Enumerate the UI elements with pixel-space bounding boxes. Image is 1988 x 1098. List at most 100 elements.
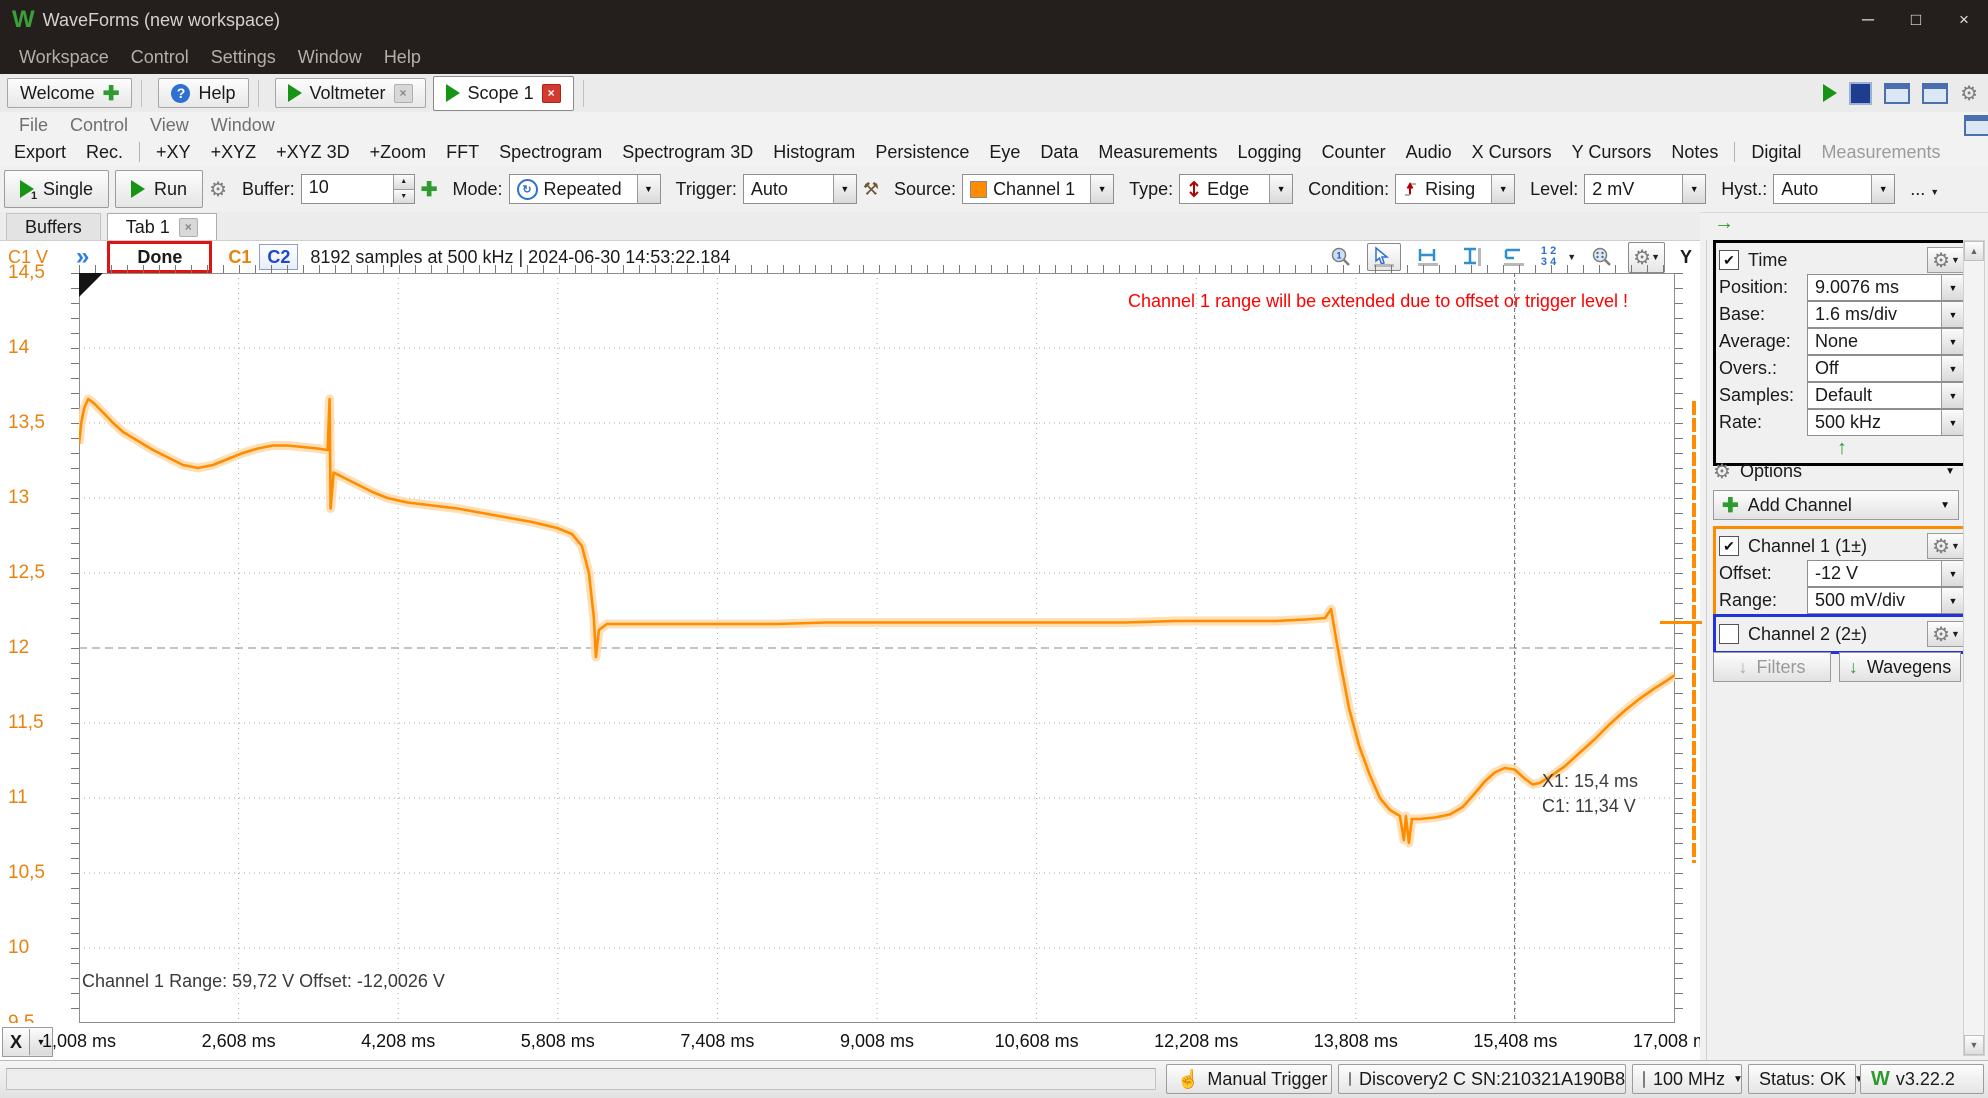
time-dropdown-samples[interactable]: Default▼ xyxy=(1807,382,1965,409)
minimize-button[interactable]: ─ xyxy=(1844,0,1892,40)
manual-trigger-hammer-icon[interactable]: ⚒ xyxy=(863,179,879,200)
scope-menu-window[interactable]: Window xyxy=(200,115,286,136)
stop-all-icon[interactable] xyxy=(1849,82,1872,105)
view-tab-histogram[interactable]: Histogram xyxy=(763,142,865,163)
y-axis-button[interactable]: Y xyxy=(1680,247,1692,268)
view-tab-logging[interactable]: Logging xyxy=(1227,142,1311,163)
view-tab-measurements[interactable]: Measurements xyxy=(1088,142,1227,163)
clock-frequency-button[interactable]: 100 MHz ▼ xyxy=(1632,1064,1742,1094)
channel1-gear-button[interactable]: ⚙▼ xyxy=(1927,533,1965,559)
view-tab--xy[interactable]: +XY xyxy=(146,142,201,163)
buffer-gear-icon[interactable]: ⚙ xyxy=(209,177,227,202)
mode-dropdown[interactable]: ↻Repeated ▼ xyxy=(509,174,661,204)
scroll-up-icon[interactable]: ▲ xyxy=(1964,241,1984,261)
add-buffer-icon[interactable]: ✚ xyxy=(421,177,438,202)
channel1-dropdown-range[interactable]: 500 mV/div▼ xyxy=(1807,587,1965,614)
tab-welcome[interactable]: Welcome ✚ xyxy=(7,78,132,108)
device-button[interactable]: Discovery2 C SN:210321A190B8 xyxy=(1338,1064,1626,1094)
close-button[interactable]: × xyxy=(1940,0,1988,40)
channel2-checkbox[interactable] xyxy=(1719,624,1739,644)
channel1-checkbox[interactable]: ✔ xyxy=(1719,536,1739,556)
version-button[interactable]: W v3.22.2 xyxy=(1860,1064,1984,1094)
time-checkbox[interactable]: ✔ xyxy=(1719,250,1739,270)
run-all-icon[interactable] xyxy=(1823,84,1837,102)
type-dropdown[interactable]: Edge ▼ xyxy=(1179,174,1293,204)
add-workspace-icon[interactable]: ✚ xyxy=(103,81,120,106)
maximize-button[interactable]: □ xyxy=(1892,0,1940,40)
menu-help[interactable]: Help xyxy=(373,47,432,68)
manual-trigger-button[interactable]: ☝ Manual Trigger xyxy=(1166,1064,1332,1094)
options-row[interactable]: ⚙ Options ▼ xyxy=(1713,458,1959,484)
time-gear-button[interactable]: ⚙▼ xyxy=(1927,247,1965,273)
scroll-down-icon[interactable]: ▼ xyxy=(1964,1035,1984,1055)
buffer-value[interactable]: 10 xyxy=(302,175,393,203)
settings-gear-icon[interactable]: ⚙ xyxy=(1960,81,1978,106)
wavegens-button[interactable]: ↓ Wavegens xyxy=(1839,652,1961,682)
view-tab-y-cursors[interactable]: Y Cursors xyxy=(1562,142,1662,163)
panel-scrollbar[interactable]: ▲ ▼ xyxy=(1963,240,1985,1056)
scope-menu-control[interactable]: Control xyxy=(59,115,139,136)
tile-windows-icon[interactable] xyxy=(1884,83,1910,104)
cursor-dropdown-icon[interactable]: ▼ xyxy=(1567,252,1576,262)
view-tab-x-cursors[interactable]: X Cursors xyxy=(1462,142,1562,163)
close-voltmeter-icon[interactable]: × xyxy=(394,84,413,103)
status-scroll-groove[interactable] xyxy=(6,1068,1156,1090)
menu-window[interactable]: Window xyxy=(287,47,373,68)
status-ok-button[interactable]: Status: OK ▼ xyxy=(1748,1064,1856,1094)
spin-up-icon[interactable]: ▲ xyxy=(394,175,414,189)
view-tab-fft[interactable]: FFT xyxy=(436,142,489,163)
time-up-arrow-icon[interactable]: ↑ xyxy=(1719,436,1965,460)
condition-dropdown[interactable]: Rising ▼ xyxy=(1395,174,1515,204)
tab-scope1[interactable]: Scope 1 × xyxy=(433,76,574,111)
view-tab--xyz[interactable]: +XYZ xyxy=(201,142,267,163)
left-ruler[interactable] xyxy=(71,273,79,1023)
view-tab-spectrogram[interactable]: Spectrogram xyxy=(489,142,612,163)
tab-voltmeter[interactable]: Voltmeter × xyxy=(275,78,426,108)
more-options-button[interactable]: ... ▼ xyxy=(1910,179,1939,200)
view-tab--xyz-3d[interactable]: +XYZ 3D xyxy=(266,142,360,163)
panel-collapse-arrow-icon[interactable]: → xyxy=(1714,212,1734,235)
hysteresis-dropdown[interactable]: Auto ▼ xyxy=(1773,174,1895,204)
scope-menu-file[interactable]: File xyxy=(8,115,59,136)
right-ruler[interactable] xyxy=(1675,273,1683,1023)
run-button[interactable]: Run xyxy=(115,170,203,208)
view-tab-eye[interactable]: Eye xyxy=(979,142,1030,163)
menu-settings[interactable]: Settings xyxy=(200,47,287,68)
view-tab-measurements[interactable]: Measurements xyxy=(1811,142,1950,163)
view-tab-notes[interactable]: Notes xyxy=(1661,142,1728,163)
undock-window-icon[interactable] xyxy=(1964,115,1988,136)
view-tab-counter[interactable]: Counter xyxy=(1312,142,1396,163)
source-dropdown[interactable]: Channel 1 ▼ xyxy=(962,174,1114,204)
time-dropdown-base[interactable]: 1.6 ms/div▼ xyxy=(1807,301,1965,328)
view-tab-spectrogram-3d[interactable]: Spectrogram 3D xyxy=(612,142,763,163)
channel1-dropdown-offset[interactable]: -12 V▼ xyxy=(1807,560,1965,587)
view-tab-export[interactable]: Export xyxy=(4,142,76,163)
menu-control[interactable]: Control xyxy=(120,47,200,68)
time-dropdown-overs[interactable]: Off▼ xyxy=(1807,355,1965,382)
trigger-dropdown[interactable]: Auto ▼ xyxy=(743,174,857,204)
close-tab1-icon[interactable]: × xyxy=(179,218,198,237)
view-tab-rec-[interactable]: Rec. xyxy=(76,142,133,163)
tab-buffers[interactable]: Buffers xyxy=(6,213,101,240)
menu-workspace[interactable]: Workspace xyxy=(8,47,120,68)
scope-menu-view[interactable]: View xyxy=(139,115,200,136)
spin-down-icon[interactable]: ▼ xyxy=(394,189,414,204)
waveform-canvas[interactable] xyxy=(79,273,1675,1023)
level-dropdown[interactable]: 2 mV ▼ xyxy=(1584,174,1706,204)
buffer-spinner[interactable]: 10 ▲ ▼ xyxy=(301,174,415,204)
time-dropdown-average[interactable]: None▼ xyxy=(1807,328,1965,355)
view-tab-data[interactable]: Data xyxy=(1030,142,1088,163)
tab-tab1[interactable]: Tab 1 × xyxy=(107,213,217,240)
add-channel-button[interactable]: ✚ Add Channel ▼ xyxy=(1713,490,1959,520)
single-button[interactable]: 1 Single xyxy=(4,170,109,208)
close-scope1-icon[interactable]: × xyxy=(542,84,561,103)
filters-button[interactable]: ↓ Filters xyxy=(1713,652,1831,682)
time-dropdown-position[interactable]: 9.0076 ms▼ xyxy=(1807,274,1965,301)
view-tab-audio[interactable]: Audio xyxy=(1396,142,1462,163)
view-tab--zoom[interactable]: +Zoom xyxy=(360,142,437,163)
view-tab-persistence[interactable]: Persistence xyxy=(865,142,979,163)
view-tab-digital[interactable]: Digital xyxy=(1741,142,1811,163)
channel2-gear-button[interactable]: ⚙▼ xyxy=(1927,621,1965,647)
time-dropdown-rate[interactable]: 500 kHz▼ xyxy=(1807,409,1965,436)
cascade-windows-icon[interactable] xyxy=(1922,83,1948,104)
